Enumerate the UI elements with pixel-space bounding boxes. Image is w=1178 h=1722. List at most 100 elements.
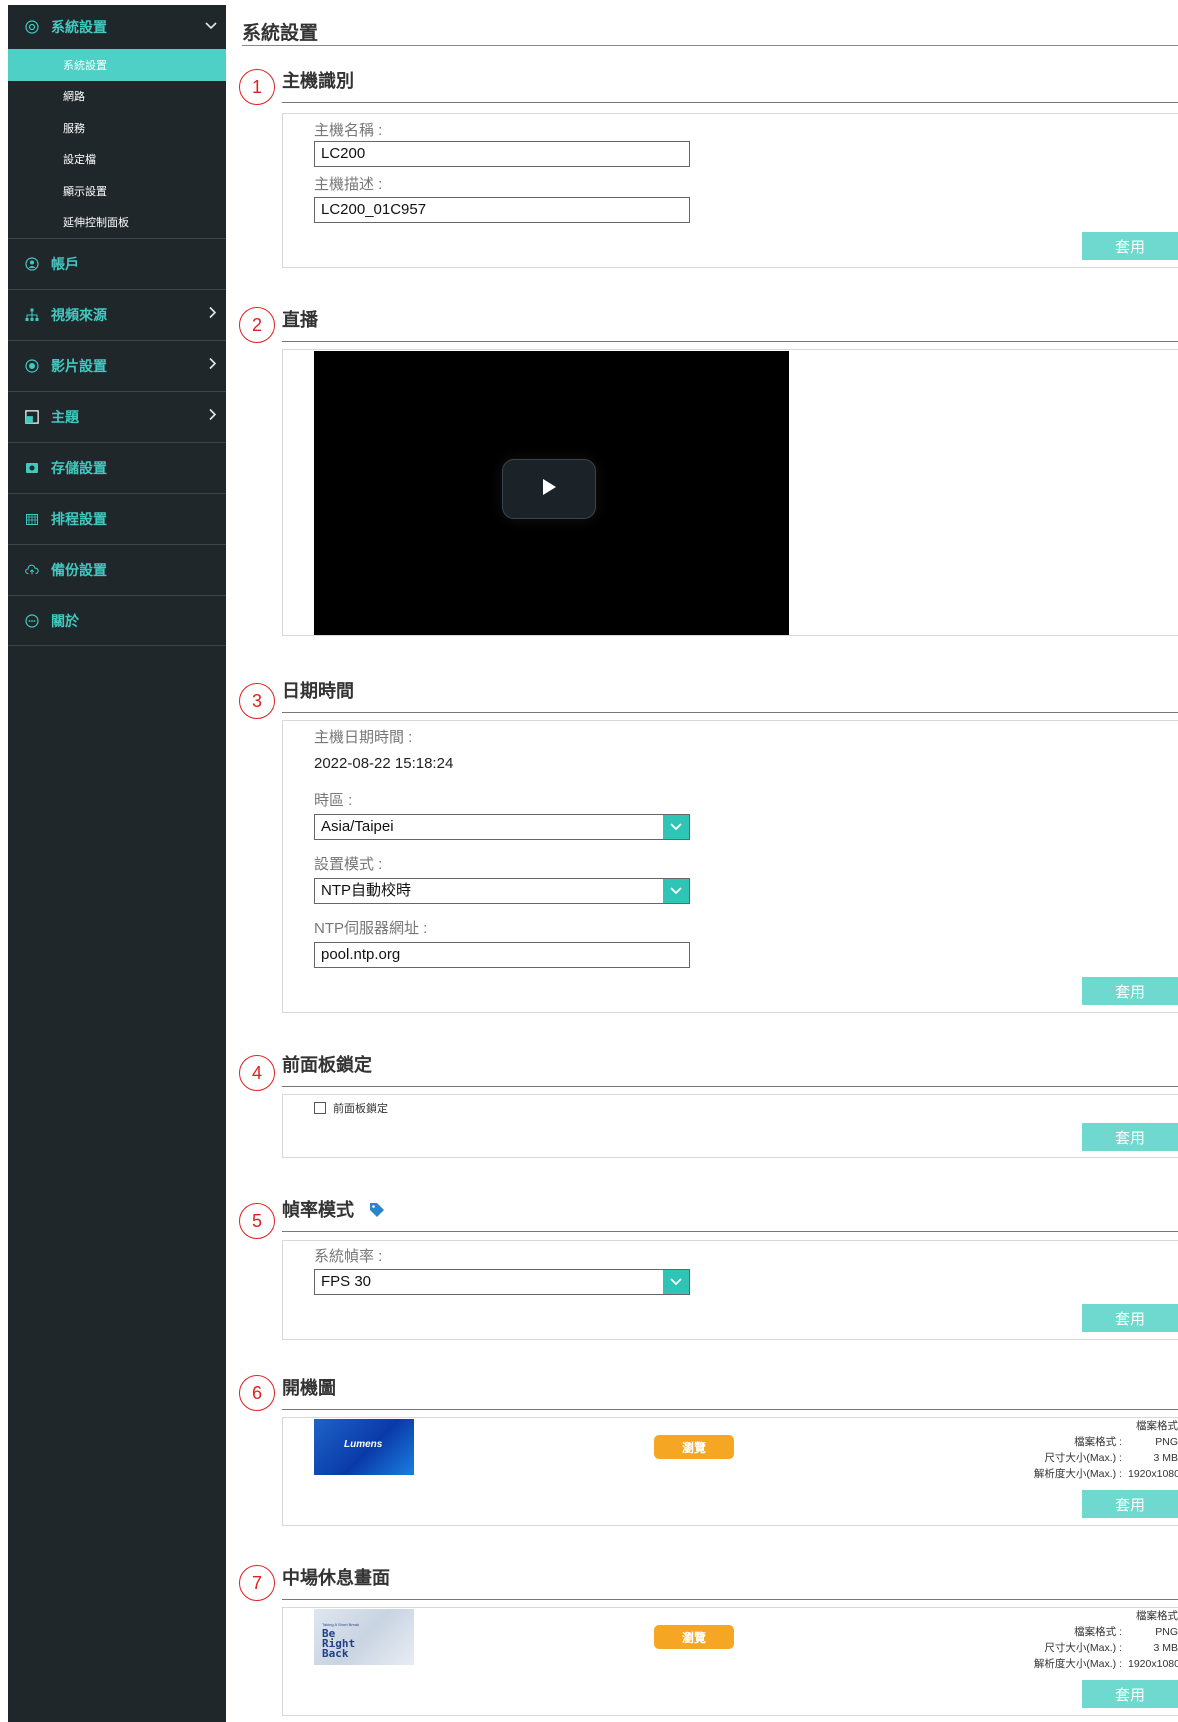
timezone-label: 時區 :: [314, 792, 353, 809]
tag-icon: [368, 1201, 386, 1219]
section-divider: [282, 712, 1178, 713]
boot-panel: Lumens 瀏覽 檔案格式 檔案格式 : PNG 尺寸大小(Max.) : 3 M…: [282, 1417, 1178, 1526]
section-host-identity: 1 主機識別 主機名稱 : LC200 主機描述 : LC200_01C957 …: [239, 68, 1178, 268]
section-title: 幀率模式: [282, 1197, 1178, 1223]
sidebar-item-video-source[interactable]: 視頻來源: [8, 289, 226, 340]
storage-icon: [25, 461, 39, 475]
lock-apply-button[interactable]: 套用: [1082, 1123, 1178, 1151]
chevron-down-icon: [663, 1270, 689, 1294]
set-mode-value: NTP自動校時: [321, 882, 412, 899]
host-apply-button[interactable]: 套用: [1082, 232, 1178, 260]
front-panel-lock-checkbox[interactable]: [314, 1102, 326, 1114]
sidebar-item-account[interactable]: 帳戶: [8, 238, 226, 289]
system-fps-select[interactable]: FPS 30: [314, 1269, 690, 1295]
intermission-image-thumbnail: Taking A Short Break Be Right Back: [314, 1609, 414, 1665]
resolution-value: 1920x1080: [1128, 1658, 1178, 1670]
section-number: 4: [239, 1055, 275, 1091]
info-row-title: 檔案格式: [1018, 1608, 1178, 1624]
sidebar-sub-item-services[interactable]: 服務: [8, 112, 226, 144]
user-icon: [25, 257, 39, 271]
section-number: 7: [239, 1565, 275, 1601]
section-title: 直播: [282, 310, 318, 330]
section-title: 主機識別: [282, 71, 354, 91]
resolution-label: 解析度大小(Max.) :: [1033, 1658, 1122, 1670]
boot-browse-button[interactable]: 瀏覽: [654, 1435, 734, 1459]
resolution-value: 1920x1080: [1128, 1468, 1178, 1480]
size-label: 尺寸大小(Max.) :: [1044, 1642, 1122, 1654]
format-value: PNG: [1155, 1626, 1178, 1638]
sidebar-sub-item-profiles[interactable]: 設定檔: [8, 144, 226, 176]
info-title: 檔案格式: [1136, 1610, 1178, 1622]
sidebar-item-video-settings[interactable]: 影片設置: [8, 340, 226, 391]
record-icon: [25, 359, 39, 373]
sidebar-item-storage[interactable]: 存儲設置: [8, 442, 226, 493]
set-mode-select[interactable]: NTP自動校時: [314, 878, 690, 904]
host-datetime-label: 主機日期時間 :: [314, 729, 413, 746]
sidebar-group-label: 系統設置: [51, 19, 107, 35]
system-fps-value: FPS 30: [321, 1273, 372, 1290]
sidebar-item-theme[interactable]: 主題: [8, 391, 226, 442]
host-desc-input[interactable]: LC200_01C957: [314, 197, 690, 223]
sidebar-item-label: 主題: [51, 409, 79, 425]
sidebar-sub-item-display[interactable]: 顯示設置: [8, 175, 226, 207]
section-title: 日期時間: [282, 681, 354, 701]
boot-thumb-logo-text: Lumens: [344, 1439, 383, 1450]
sidebar-item-backup[interactable]: 備份設置: [8, 544, 226, 595]
section-divider: [282, 341, 1178, 342]
ntp-server-input[interactable]: pool.ntp.org: [314, 942, 690, 968]
intermission-apply-button[interactable]: 套用: [1082, 1680, 1178, 1708]
sidebar-item-about[interactable]: 關於: [8, 595, 226, 646]
boot-apply-button[interactable]: 套用: [1082, 1490, 1178, 1518]
section-front-panel-lock: 4 前面板鎖定 前面板鎖定 套用: [239, 1052, 1178, 1158]
section-boot-image: 6 開機圖 Lumens 瀏覽 檔案格式 檔案格式 : PNG 尺寸大小(Max.…: [239, 1375, 1178, 1526]
intermission-browse-button[interactable]: 瀏覽: [654, 1625, 734, 1649]
chevron-right-icon: [208, 357, 218, 376]
info-row-format: 檔案格式 : PNG: [1018, 1434, 1178, 1450]
boot-image-thumbnail: Lumens: [314, 1419, 414, 1475]
live-video-player[interactable]: [314, 351, 789, 635]
play-button[interactable]: [502, 459, 596, 519]
section-title: 中場休息畫面: [282, 1568, 390, 1588]
calendar-icon: [25, 512, 39, 526]
info-row-resolution: 解析度大小(Max.) : 1920x1080: [1018, 1656, 1178, 1672]
settings-circle-icon: [25, 20, 39, 34]
format-label: 檔案格式 :: [1074, 1436, 1122, 1448]
sidebar-group-system-settings[interactable]: 系統設置: [8, 5, 226, 49]
sidebar-sub-item-network[interactable]: 網路: [8, 81, 226, 113]
host-desc-label: 主機描述 :: [314, 176, 383, 193]
info-row-format: 檔案格式 : PNG: [1018, 1624, 1178, 1640]
section-divider: [282, 102, 1178, 103]
format-value: PNG: [1155, 1436, 1178, 1448]
layout-icon: [25, 410, 39, 424]
sidebar-item-label: 關於: [51, 612, 79, 629]
sidebar-item-label: 帳戶: [51, 256, 79, 272]
boot-file-info: 檔案格式 檔案格式 : PNG 尺寸大小(Max.) : 3 MB 解析度大小(Ma…: [1018, 1418, 1178, 1482]
section-divider: [282, 1599, 1178, 1600]
timezone-value: Asia/Taipei: [321, 818, 394, 835]
sidebar-sub-item-extended-panel[interactable]: 延伸控制面板: [8, 207, 226, 239]
sitemap-icon: [25, 308, 39, 322]
sidebar: 系統設置 系統設置 網路 服務 設定檔 顯示設置 延伸控制面板 帳戶 視頻來源 …: [8, 5, 226, 1722]
section-title: 前面板鎖定: [282, 1055, 372, 1075]
live-panel: [282, 349, 1178, 636]
page-title: 系統設置: [242, 23, 319, 44]
datetime-panel: 主機日期時間 : 2022-08-22 15:18:24 時區 : Asia/T…: [282, 720, 1178, 1013]
section-live: 2 直播: [239, 307, 1178, 636]
section-number: 6: [239, 1375, 275, 1411]
fps-apply-button[interactable]: 套用: [1082, 1304, 1178, 1332]
section-number: 3: [239, 683, 275, 719]
size-label: 尺寸大小(Max.) :: [1044, 1452, 1122, 1464]
datetime-apply-button[interactable]: 套用: [1082, 977, 1178, 1005]
sidebar-sub-item-system-settings[interactable]: 系統設置: [8, 49, 226, 81]
section-number: 5: [239, 1203, 275, 1239]
info-row-title: 檔案格式: [1018, 1418, 1178, 1434]
timezone-select[interactable]: Asia/Taipei: [314, 814, 690, 840]
section-frame-rate: 5 幀率模式 系統幀率 : FPS 30 套用: [239, 1197, 1178, 1340]
system-fps-label: 系統幀率 :: [314, 1248, 383, 1265]
section-divider: [282, 1231, 1178, 1232]
sidebar-item-label: 排程設置: [51, 511, 107, 527]
sidebar-item-schedule[interactable]: 排程設置: [8, 493, 226, 544]
host-name-label: 主機名稱 :: [314, 122, 383, 139]
info-row-size: 尺寸大小(Max.) : 3 MB: [1018, 1450, 1178, 1466]
host-name-input[interactable]: LC200: [314, 141, 690, 167]
